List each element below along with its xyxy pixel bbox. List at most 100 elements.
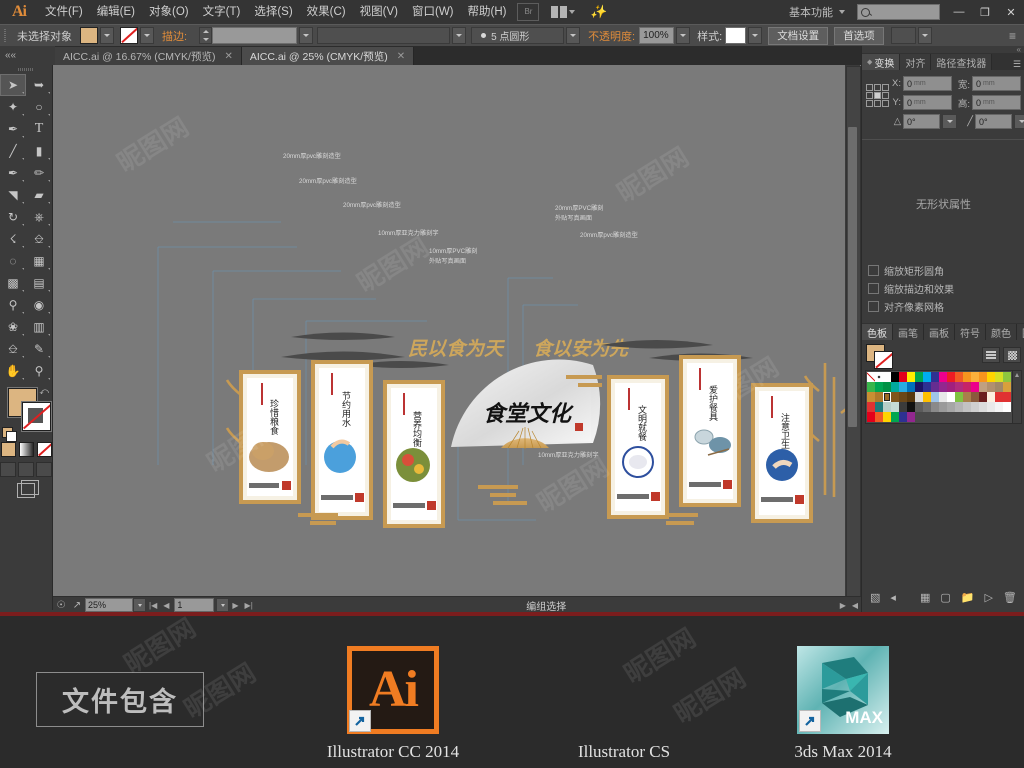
- swatch-cell[interactable]: [891, 372, 899, 382]
- swatch-cell[interactable]: [931, 402, 939, 412]
- zoom-tool[interactable]: ⚲: [26, 360, 52, 382]
- swatch-cell[interactable]: [907, 402, 915, 412]
- swatch-cell[interactable]: [963, 382, 971, 392]
- free-transform-tool[interactable]: ⎒: [26, 228, 52, 250]
- app-illustrator-cs[interactable]: Illustrator CS: [529, 646, 719, 762]
- last-artboard-button[interactable]: ▶|: [242, 601, 256, 610]
- menu-type[interactable]: 文字(T): [196, 0, 248, 24]
- swatch-cell[interactable]: [931, 382, 939, 392]
- swatch-cell[interactable]: [923, 402, 931, 412]
- swatch-cell[interactable]: [1003, 382, 1011, 392]
- artboard-chevron-down-icon[interactable]: [216, 598, 230, 612]
- swatch-cell[interactable]: [875, 402, 883, 412]
- 3dsmax-icon[interactable]: MAX: [797, 646, 889, 734]
- angle-input[interactable]: 0°: [903, 114, 940, 129]
- tools-panel-grip[interactable]: [0, 65, 52, 74]
- minimize-button[interactable]: —: [946, 3, 972, 21]
- gradient-mode-button[interactable]: [18, 442, 34, 457]
- shape-builder-tool[interactable]: ◌: [0, 250, 26, 272]
- swatch-cell[interactable]: [931, 372, 939, 382]
- swatch-cell[interactable]: [883, 402, 891, 412]
- swatch-cell[interactable]: [995, 392, 1003, 402]
- brush-definition-select[interactable]: 5 点圆形: [471, 27, 565, 44]
- canvas-vertical-scrollbar[interactable]: [846, 66, 861, 597]
- tab-pathfinder[interactable]: 路径查找器: [931, 54, 993, 70]
- screen-mode-button[interactable]: [0, 480, 52, 498]
- swatch-cell[interactable]: [987, 392, 995, 402]
- grid-view-button[interactable]: [1003, 347, 1021, 363]
- toolbar-collapse-button[interactable]: ««: [0, 46, 60, 65]
- app-3ds-max-2014[interactable]: MAX 3ds Max 2014: [748, 646, 938, 762]
- color-mode-button[interactable]: [0, 442, 16, 457]
- magic-wand-tool[interactable]: ✦: [0, 96, 26, 118]
- eraser-tool[interactable]: ▰: [26, 184, 52, 206]
- tab-artboards[interactable]: 画板: [924, 324, 955, 340]
- swatch-cell[interactable]: [891, 382, 899, 392]
- line-segment-tool[interactable]: ╱: [0, 140, 26, 162]
- swatch-cell[interactable]: [867, 402, 875, 412]
- arrange-chevron-down-icon[interactable]: [569, 10, 576, 14]
- tab-symbols[interactable]: 符号: [955, 324, 986, 340]
- panel-dock-grip[interactable]: «: [862, 45, 1024, 54]
- swatch-cell[interactable]: [939, 392, 947, 402]
- pen-tool[interactable]: ✒: [0, 118, 26, 140]
- brush-chevron-down-icon[interactable]: [566, 27, 581, 44]
- align-select[interactable]: [890, 27, 916, 44]
- swatch-cell[interactable]: [907, 382, 915, 392]
- swatch-cell[interactable]: [955, 402, 963, 412]
- swatch-cell[interactable]: [899, 382, 907, 392]
- first-artboard-button[interactable]: |◀: [146, 601, 160, 610]
- document-tab-1[interactable]: AICC.ai @ 16.67% (CMYK/预览) ✕: [55, 47, 242, 65]
- tab-brushes[interactable]: 画笔: [893, 324, 924, 340]
- bridge-icon[interactable]: Br: [517, 3, 540, 21]
- selection-tool[interactable]: ➤: [0, 74, 26, 96]
- stroke-weight-label[interactable]: 描边:: [154, 28, 195, 44]
- variable-width-profile-select[interactable]: [317, 27, 451, 44]
- option-scale-strokes[interactable]: 缩放描边和效果: [868, 281, 1019, 296]
- swatch-cell[interactable]: [923, 392, 931, 402]
- canvas-area[interactable]: 民以食为天 食以安为先 珍惜粮食 节约用水 营养均衡 食堂文化 文明就餐 爱护餐…: [53, 65, 861, 596]
- paintbrush-tool[interactable]: ✒: [0, 162, 26, 184]
- x-input[interactable]: 0 mm: [903, 76, 952, 91]
- workspace-selector[interactable]: 基本功能: [785, 4, 837, 20]
- menu-file[interactable]: 文件(F): [38, 0, 90, 24]
- tab-transform[interactable]: ◆ 变换: [862, 54, 901, 70]
- menu-edit[interactable]: 编辑(E): [90, 0, 142, 24]
- swatch-cell[interactable]: [891, 412, 899, 422]
- status-menu-right-icon[interactable]: ▶: [837, 601, 849, 610]
- current-swatch-preview[interactable]: [866, 344, 893, 369]
- menu-effect[interactable]: 效果(C): [300, 0, 353, 24]
- document-setup-button[interactable]: 文档设置: [768, 26, 829, 45]
- swatch-cell[interactable]: [987, 382, 995, 392]
- search-input[interactable]: [857, 4, 940, 20]
- lasso-tool[interactable]: ○: [26, 96, 52, 118]
- artboard-navigation-icon[interactable]: ☉: [53, 600, 69, 611]
- delete-swatch-icon[interactable]: 🗑: [1003, 591, 1017, 604]
- align-chevron-down-icon[interactable]: [917, 27, 932, 44]
- symbol-sprayer-tool[interactable]: ❀: [0, 316, 26, 338]
- document-tab-2[interactable]: AICC.ai @ 25% (CMYK/预览) ✕: [241, 47, 415, 65]
- graphic-style-swatch[interactable]: [725, 27, 747, 44]
- swatch-cell[interactable]: [995, 402, 1003, 412]
- swatch-cell[interactable]: [987, 372, 995, 382]
- control-bar-grip[interactable]: [0, 25, 9, 46]
- option-align-pixel-grid[interactable]: 对齐像素网格: [868, 299, 1019, 314]
- opacity-label[interactable]: 不透明度:: [580, 28, 639, 44]
- swatch-cell[interactable]: [915, 382, 923, 392]
- swatch-cell[interactable]: [923, 382, 931, 392]
- swatch-cell[interactable]: [875, 382, 883, 392]
- perspective-grid-tool[interactable]: ▦: [26, 250, 52, 272]
- y-input[interactable]: 0 mm: [903, 95, 952, 110]
- tab-swatches[interactable]: 色板: [862, 324, 893, 340]
- stroke-color-box[interactable]: [22, 402, 51, 431]
- swatch-cell[interactable]: [875, 392, 883, 402]
- opacity-chevron-down-icon[interactable]: [676, 27, 691, 44]
- height-input[interactable]: 0 mm: [972, 95, 1021, 110]
- rectangle-tool[interactable]: ▮: [26, 140, 52, 162]
- swatch-cell[interactable]: [907, 412, 915, 422]
- swatch-cell[interactable]: [867, 392, 875, 402]
- stroke-weight-input[interactable]: [212, 27, 298, 44]
- swatch-cell[interactable]: [955, 392, 963, 402]
- column-graph-tool[interactable]: ▥: [26, 316, 52, 338]
- swatch-cell[interactable]: [939, 372, 947, 382]
